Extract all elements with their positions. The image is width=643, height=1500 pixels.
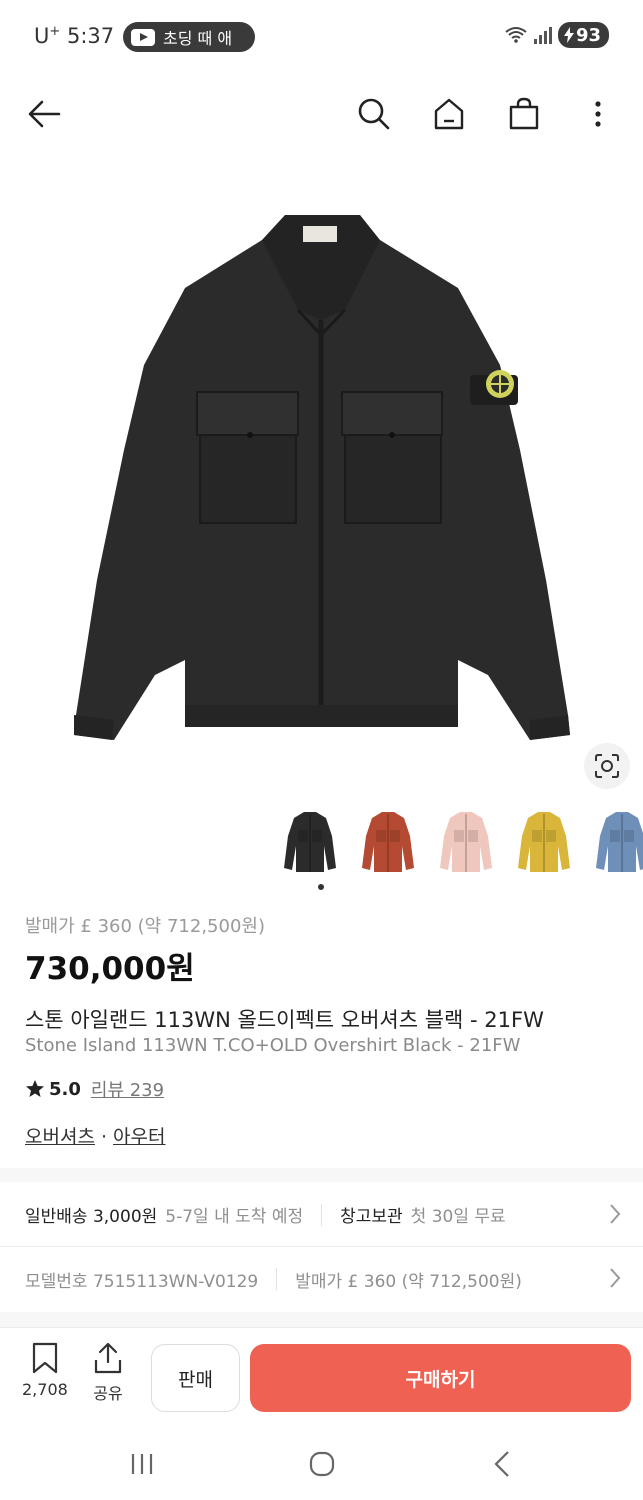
top-nav: [0, 80, 643, 146]
review-link[interactable]: 리뷰 239: [91, 1076, 164, 1102]
media-pill[interactable]: 초딩 때 애: [123, 22, 255, 52]
product-title-en: Stone Island 113WN T.CO+OLD Overshirt Bl…: [25, 1035, 521, 1056]
category-link-outer[interactable]: 아우터: [113, 1126, 165, 1148]
back-button[interactable]: [22, 92, 66, 136]
youtube-icon: [131, 28, 155, 46]
delivery-eta: 5-7일 내 도착 예정: [165, 1207, 304, 1227]
home-button[interactable]: [427, 92, 471, 136]
wishlist-count: 2,708: [22, 1380, 68, 1399]
delivery-label: 일반배송 3,000원: [25, 1207, 158, 1227]
separator: [321, 1203, 323, 1226]
product-title-ko: 스톤 아일랜드 113WN 올드이펙트 오버셔츠 블랙 - 21FW: [25, 1008, 544, 1032]
share-button[interactable]: 공유: [92, 1342, 124, 1404]
price: 730,000원: [25, 951, 195, 987]
image-search-button[interactable]: [584, 743, 630, 789]
categories: 오버셔츠 · 아우터: [25, 1122, 166, 1149]
product-image[interactable]: [0, 160, 643, 800]
share-icon: [94, 1342, 122, 1374]
bottom-action-bar: 2,708 공유 판매 구매하기: [0, 1328, 643, 1428]
shopping-bag-icon: [509, 97, 539, 130]
more-vertical-icon: [595, 101, 601, 127]
media-pill-text: 초딩 때 애: [163, 29, 233, 48]
sell-button[interactable]: 판매: [151, 1344, 240, 1412]
storage-desc: 첫 30일 무료: [410, 1207, 506, 1227]
rating-score: 5.0: [49, 1078, 81, 1100]
carousel-indicator: [318, 884, 324, 890]
color-thumbnails: [280, 806, 643, 886]
more-button[interactable]: [576, 92, 620, 136]
arrow-left-icon: [28, 100, 61, 128]
back-system-button[interactable]: [482, 1444, 522, 1484]
chevron-left-icon: [494, 1451, 509, 1477]
lens-icon: [595, 754, 619, 778]
jacket-image: [74, 215, 570, 740]
signal-icon: [533, 26, 552, 44]
recents-button[interactable]: [122, 1444, 162, 1484]
buy-button[interactable]: 구매하기: [250, 1344, 631, 1412]
star-icon: [26, 1080, 44, 1097]
release-price: 발매가 £ 360 (약 712,500원): [25, 916, 265, 937]
separator: [276, 1268, 278, 1290]
wishlist-button[interactable]: 2,708: [22, 1342, 68, 1399]
clock: 5:37: [67, 24, 115, 48]
storage-label: 창고보관: [340, 1207, 403, 1227]
battery-level: 93: [575, 24, 601, 46]
status-icons: 93: [504, 22, 609, 48]
shipping-row[interactable]: 일반배송 3,000원 5-7일 내 도착 예정 창고보관 첫 30일 무료: [0, 1183, 643, 1247]
system-nav-bar: [0, 1428, 643, 1500]
cart-button[interactable]: [502, 92, 546, 136]
section-divider: [0, 1168, 643, 1182]
carrier: U+: [34, 24, 61, 48]
bookmark-icon: [32, 1342, 58, 1374]
color-thumbnail-blue[interactable]: [592, 806, 643, 878]
chevron-right-icon: [610, 1268, 621, 1288]
model-number: 모델번호 7515113WN-V0129: [25, 1271, 259, 1292]
color-thumbnail-black[interactable]: [280, 806, 340, 878]
category-link-overshirt[interactable]: 오버셔츠: [25, 1126, 95, 1148]
status-bar: U+ 5:37 초딩 때 애 93: [0, 0, 643, 74]
home-icon: [434, 98, 464, 130]
share-label: 공유: [93, 1384, 123, 1403]
color-thumbnail-pink[interactable]: [436, 806, 496, 878]
search-button[interactable]: [352, 92, 396, 136]
details-release-price: 발매가 £ 360 (약 712,500원): [295, 1271, 522, 1292]
wifi-icon: [505, 27, 527, 43]
home-system-button[interactable]: [302, 1444, 342, 1484]
recents-icon: [131, 1454, 153, 1474]
search-icon: [358, 98, 390, 130]
chevron-right-icon: [610, 1204, 621, 1224]
section-divider: [0, 1312, 643, 1328]
home-circle-icon: [309, 1451, 335, 1477]
details-row[interactable]: 모델번호 7515113WN-V0129 발매가 £ 360 (약 712,50…: [0, 1247, 643, 1311]
category-separator: ·: [94, 1126, 114, 1148]
charging-icon: [563, 27, 574, 43]
color-thumbnail-rust[interactable]: [358, 806, 418, 878]
color-thumbnail-yellow[interactable]: [514, 806, 574, 878]
battery-indicator: 93: [557, 22, 609, 48]
rating: 5.0 리뷰 239: [25, 1076, 164, 1102]
